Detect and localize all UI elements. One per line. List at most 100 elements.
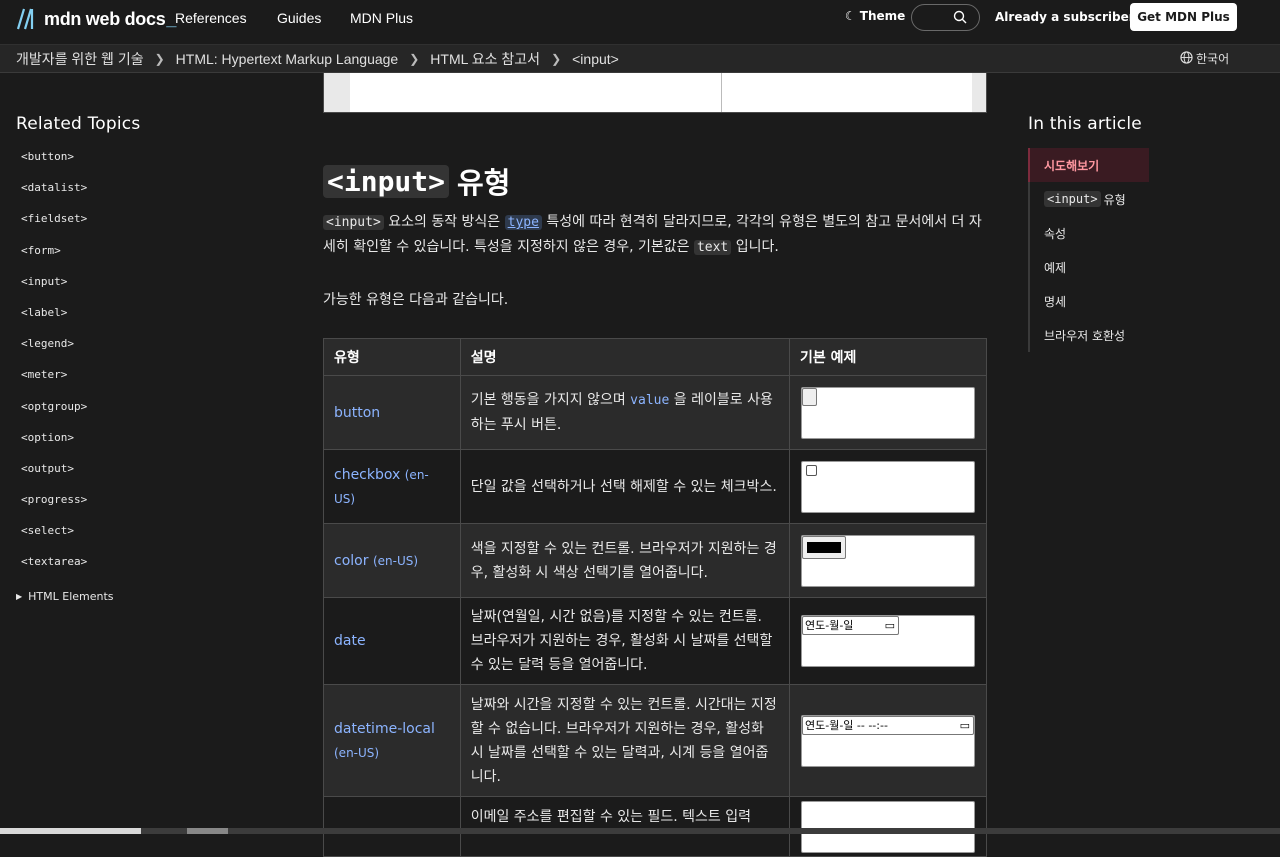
type-cell bbox=[323, 796, 461, 857]
type-link-date[interactable]: date bbox=[334, 633, 366, 649]
inline-code: value bbox=[630, 393, 670, 408]
calendar-icon: ▭ bbox=[884, 619, 895, 632]
subscriber-link[interactable]: Already a subscriber? bbox=[995, 10, 1142, 24]
example-cell bbox=[788, 375, 988, 450]
breadcrumb-item[interactable]: HTML: Hypertext Markup Language bbox=[176, 51, 399, 67]
desc-text: 기본 행동을 가지지 않으며 bbox=[470, 392, 631, 408]
description-cell: 날짜와 시간을 지정할 수 있는 컨트롤. 시간대는 지정할 수 없습니다. 브… bbox=[459, 684, 790, 797]
get-mdn-plus-button[interactable]: Get MDN Plus bbox=[1130, 3, 1237, 31]
sidebar-item[interactable]: <meter> bbox=[21, 368, 87, 399]
types-intro: 가능한 유형은 다음과 같습니다. bbox=[323, 292, 509, 308]
type-cell: date bbox=[323, 597, 461, 685]
example-datetime-input[interactable]: 연도-월-일 -- --:-- ▭ bbox=[801, 715, 974, 735]
heading-code: <input> bbox=[323, 164, 450, 198]
mdn-logo-icon bbox=[16, 8, 34, 30]
table-row: datetime-local (en-US) 날짜와 시간을 지정할 수 있는 컨… bbox=[323, 684, 988, 797]
example-button[interactable] bbox=[801, 387, 817, 406]
sidebar-item[interactable]: <fieldset> bbox=[21, 212, 87, 243]
scrollbar-track-segment bbox=[0, 828, 141, 834]
sidebar-item[interactable]: <optgroup> bbox=[21, 400, 87, 431]
sidebar-item[interactable]: <progress> bbox=[21, 493, 87, 524]
example-frame: 연도-월-일 ▭ bbox=[800, 615, 975, 667]
type-link-color[interactable]: color bbox=[334, 553, 368, 569]
heading-text: 유형 bbox=[457, 166, 511, 200]
sidebar-item[interactable]: <button> bbox=[21, 150, 87, 181]
mdn-logo[interactable]: mdn web docs _ bbox=[16, 7, 176, 31]
toc-item-try-it[interactable]: 시도해보기 bbox=[1028, 148, 1149, 182]
sidebar-item[interactable]: <option> bbox=[21, 431, 87, 462]
nav-guides[interactable]: Guides bbox=[277, 10, 321, 26]
scrollbar-thumb[interactable] bbox=[187, 828, 228, 834]
example-color-picker[interactable] bbox=[801, 535, 846, 559]
search-button[interactable] bbox=[911, 4, 980, 31]
toc-item-text: 유형 bbox=[1103, 192, 1126, 207]
sidebar-item[interactable]: <textarea> bbox=[21, 555, 87, 586]
breadcrumb-item[interactable]: 개발자를 위한 웹 기술 bbox=[16, 49, 144, 69]
type-cell: checkbox (en-US) bbox=[323, 449, 461, 524]
sidebar-group-html-elements[interactable]: ▶ HTML Elements bbox=[16, 590, 114, 603]
example-frame bbox=[800, 386, 975, 439]
description-cell: 단일 값을 선택하거나 선택 해제할 수 있는 체크박스. bbox=[459, 449, 790, 524]
type-link-datetime-local[interactable]: datetime-local bbox=[334, 721, 435, 737]
nav-references[interactable]: References bbox=[175, 10, 247, 26]
sidebar-item[interactable]: <output> bbox=[21, 462, 87, 493]
toc-item-examples[interactable]: 예제 bbox=[1030, 250, 1149, 284]
type-cell: datetime-local (en-US) bbox=[323, 684, 461, 797]
chevron-right-icon: ❯ bbox=[551, 52, 562, 66]
toc-title: In this article bbox=[1028, 114, 1142, 134]
example-cell bbox=[788, 523, 988, 598]
toc-item-input-types[interactable]: <input> 유형 bbox=[1030, 182, 1149, 216]
example-frame bbox=[800, 460, 975, 513]
frame-scrollbar[interactable] bbox=[972, 73, 986, 112]
example-frame: 연도-월-일 -- --:-- ▭ bbox=[800, 714, 975, 767]
sidebar-item[interactable]: <datalist> bbox=[21, 181, 87, 212]
sidebar-title: Related Topics bbox=[16, 114, 141, 134]
toc-item-specifications[interactable]: 명세 bbox=[1030, 284, 1149, 318]
sidebar-item[interactable]: <input> bbox=[21, 275, 87, 306]
description-cell: 색을 지정할 수 있는 컨트롤. 브라우저가 지원하는 경우, 활성화 시 색상… bbox=[459, 523, 790, 598]
description-cell: 이메일 주소를 편집할 수 있는 필드. 텍스트 입력 bbox=[459, 796, 790, 857]
toc-item-code: <input> bbox=[1044, 191, 1101, 207]
moon-icon: ☾ bbox=[845, 9, 856, 23]
frame-gutter bbox=[324, 73, 350, 112]
breadcrumb-item[interactable]: HTML 요소 참고서 bbox=[430, 49, 540, 69]
type-link-button[interactable]: button bbox=[334, 405, 380, 421]
en-us-link[interactable]: (en-US) bbox=[334, 746, 379, 760]
example-checkbox[interactable] bbox=[805, 464, 817, 476]
input-types-table: 유형 설명 기본 예제 button 기본 행동을 가지지 않으며 value … bbox=[323, 338, 988, 857]
search-icon bbox=[953, 9, 967, 28]
sidebar-group-label: HTML Elements bbox=[28, 590, 114, 603]
breadcrumb-item[interactable]: <input> bbox=[572, 51, 619, 67]
theme-toggle[interactable]: ☾ Theme bbox=[845, 9, 905, 23]
inline-code-link[interactable]: type bbox=[504, 215, 542, 230]
intro-paragraph: <input> 요소의 동작 방식은 type 특성에 따라 현격히 달라지므로… bbox=[323, 210, 988, 260]
type-cell: color (en-US) bbox=[323, 523, 461, 598]
toc-item-browser-compat[interactable]: 브라우저 호환성 bbox=[1030, 318, 1149, 352]
type-link-checkbox[interactable]: checkbox bbox=[334, 467, 400, 483]
example-cell bbox=[788, 449, 988, 524]
example-frame bbox=[800, 534, 975, 587]
date-placeholder: 연도-월-일 bbox=[804, 619, 854, 632]
type-cell: button bbox=[323, 375, 461, 450]
sidebar-list: <button> <datalist> <fieldset> <form> <i… bbox=[21, 150, 87, 587]
triangle-right-icon: ▶ bbox=[16, 592, 23, 601]
description-cell: 기본 행동을 가지지 않으며 value 을 레이블로 사용하는 푸시 버튼. bbox=[459, 375, 790, 450]
column-header: 기본 예제 bbox=[788, 338, 988, 376]
nav-mdn-plus[interactable]: MDN Plus bbox=[350, 10, 413, 26]
example-date-input[interactable]: 연도-월-일 ▭ bbox=[801, 616, 899, 635]
theme-label: Theme bbox=[859, 9, 906, 23]
top-navigation: mdn web docs _ References Guides MDN Plus… bbox=[0, 0, 1280, 45]
inline-code: text bbox=[693, 240, 732, 255]
language-switcher[interactable]: 한국어 bbox=[1180, 50, 1229, 67]
sidebar-item[interactable]: <select> bbox=[21, 524, 87, 555]
sidebar-item[interactable]: <form> bbox=[21, 244, 87, 275]
toc-item-attributes[interactable]: 속성 bbox=[1030, 216, 1149, 250]
sidebar-item[interactable]: <label> bbox=[21, 306, 87, 337]
horizontal-scrollbar[interactable] bbox=[0, 828, 1280, 834]
frame-divider bbox=[721, 73, 722, 112]
table-row: date 날짜(연월일, 시간 없음)를 지정할 수 있는 컨트롤. 브라우저가… bbox=[323, 597, 988, 685]
sidebar-item[interactable]: <legend> bbox=[21, 337, 87, 368]
datetime-placeholder: 연도-월-일 -- --:-- bbox=[804, 718, 888, 732]
en-us-link[interactable]: (en-US) bbox=[373, 554, 418, 568]
inline-code: <input> bbox=[323, 215, 384, 230]
